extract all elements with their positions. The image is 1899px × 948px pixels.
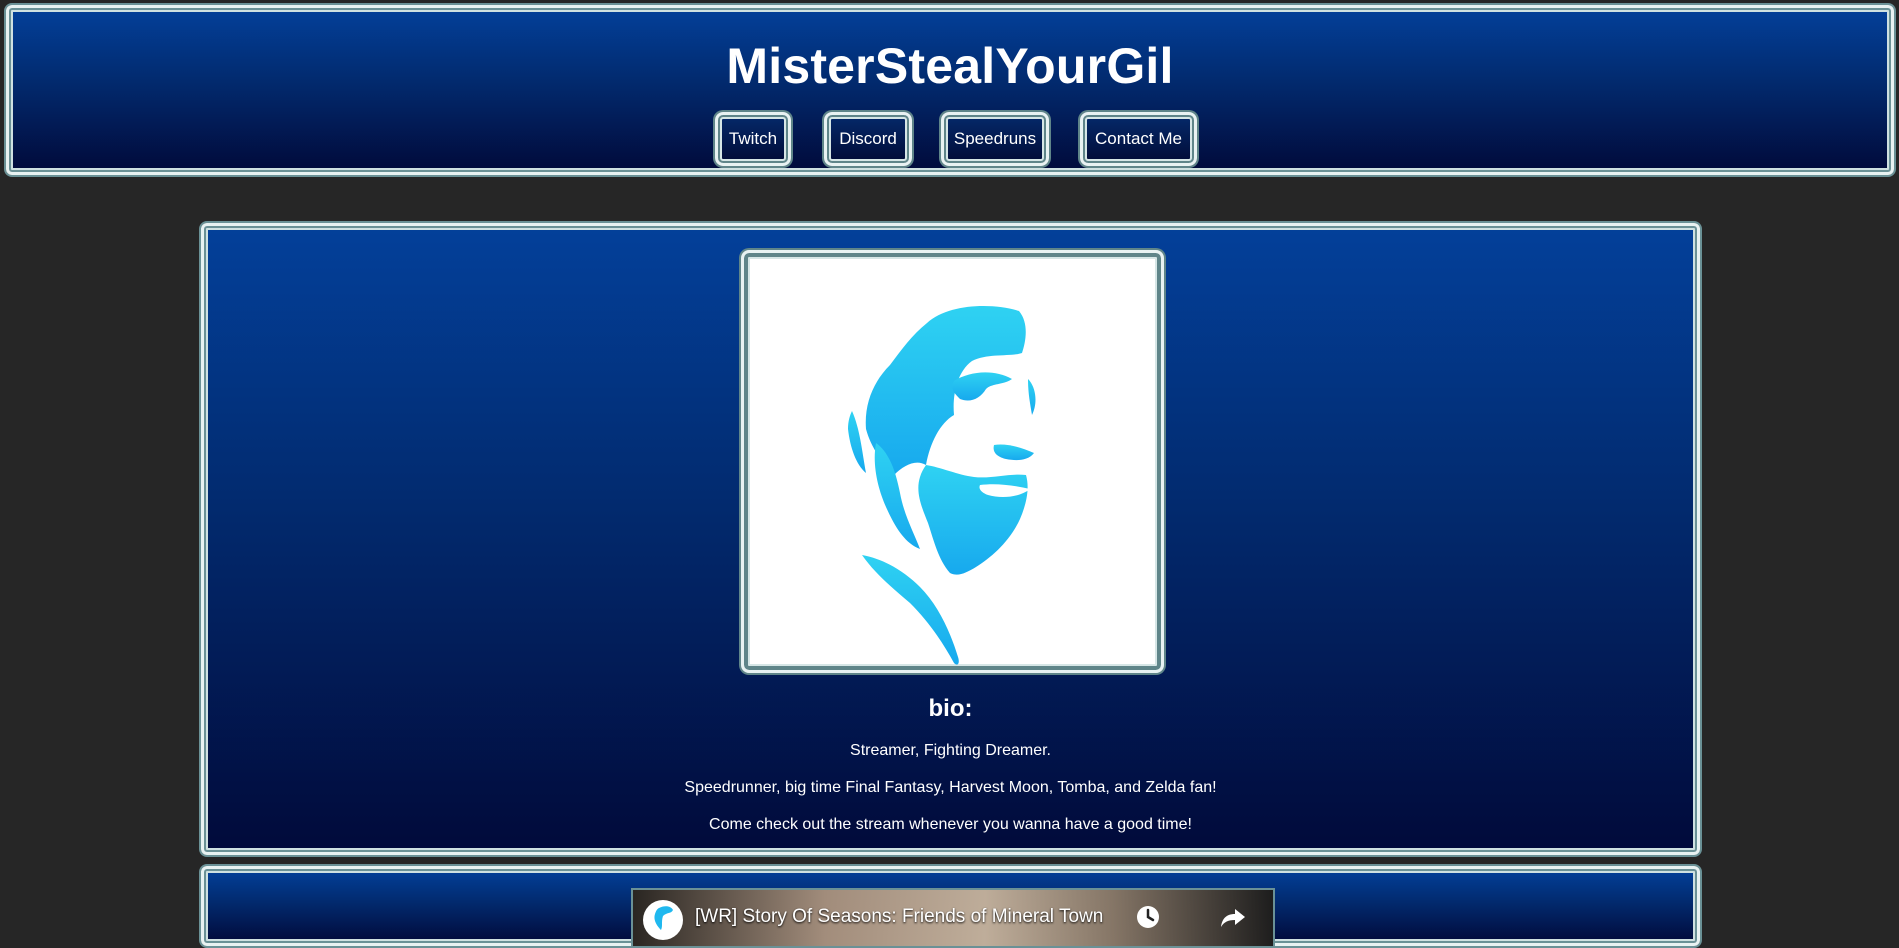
site-header: MisterStealYourGil Twitch Discord Speedr… — [6, 5, 1894, 175]
video-card: [WR] Story Of Seasons: Friends of Minera… — [201, 866, 1700, 948]
profile-card: bio: Streamer, Fighting Dreamer. Speedru… — [201, 223, 1700, 855]
bio-line-invite: Come check out the stream whenever you w… — [709, 816, 1192, 833]
profile-portrait-icon — [848, 306, 1036, 665]
watch-later-icon[interactable] — [1133, 902, 1163, 932]
nav-bar: Twitch Discord Speedruns Contact Me — [9, 112, 1891, 166]
bio-line-tagline: Streamer, Fighting Dreamer. — [850, 742, 1051, 759]
channel-avatar-icon[interactable] — [643, 900, 683, 940]
video-title[interactable]: [WR] Story Of Seasons: Friends of Minera… — [695, 906, 1103, 928]
video-embed[interactable]: [WR] Story Of Seasons: Friends of Minera… — [631, 888, 1275, 948]
bio-line-speedrunner: Speedrunner, big time Final Fantasy, Har… — [684, 779, 1217, 796]
share-icon[interactable] — [1218, 902, 1248, 932]
nav-speedruns-button[interactable]: Speedruns — [941, 112, 1049, 166]
nav-twitch-button[interactable]: Twitch — [715, 112, 791, 166]
avatar — [741, 250, 1164, 673]
bio-heading: bio: — [928, 695, 973, 722]
nav-contact-me-button[interactable]: Contact Me — [1080, 112, 1197, 166]
site-title: MisterStealYourGil — [726, 38, 1174, 94]
nav-discord-button[interactable]: Discord — [824, 112, 912, 166]
